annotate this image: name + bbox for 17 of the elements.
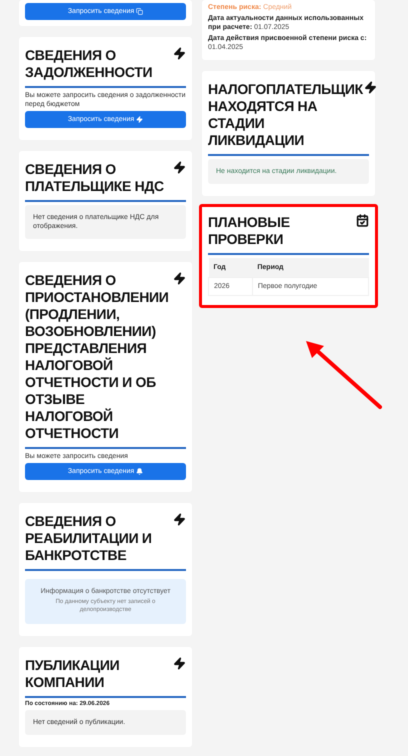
card-title: СВЕДЕНИЯ О ПЛАТЕЛЬЩИКЕ НДС xyxy=(25,161,165,195)
card-title: ПЛАНОВЫЕ ПРОВЕРКИ xyxy=(208,214,291,248)
bell-icon xyxy=(136,468,144,475)
lightning-icon xyxy=(364,81,377,94)
card-title: СВЕДЕНИЯ О РЕАБИЛИТАЦИИ И БАНКРОТСТВЕ xyxy=(25,513,153,564)
calendar-icon xyxy=(356,214,369,227)
lightning-icon xyxy=(173,657,186,670)
card-title: ПУБЛИКАЦИИ КОМПАНИИ xyxy=(25,657,120,691)
card-title: НАЛОГОПЛАТЕЛЬЩИК НАХОДЯТСЯ НА СТАДИИ ЛИКВИДАЦИИ xyxy=(208,81,363,149)
lightning-icon xyxy=(173,513,186,526)
card-title: СВЕДЕНИЯ О ПРИОСТАНОВЛЕНИИ (ПРОДЛЕНИИ, ВОЗОБНОВЛЕНИИ) ПРЕДСТАВЛЕНИЯ НАЛОГОВОЙ ОТЧЕТНОСТИ И ОБ ОТЗЫВЕ НАЛОГОВОЙ ОТЧЕТНОСТИ xyxy=(25,272,170,442)
copy-icon xyxy=(136,8,144,15)
lightning-icon xyxy=(136,116,144,123)
lightning-icon xyxy=(173,47,186,60)
lightning-icon xyxy=(173,272,186,285)
lightning-icon xyxy=(173,161,186,174)
card-title: СВЕДЕНИЯ О ЗАДОЛЖЕННОСТИ xyxy=(25,47,154,81)
